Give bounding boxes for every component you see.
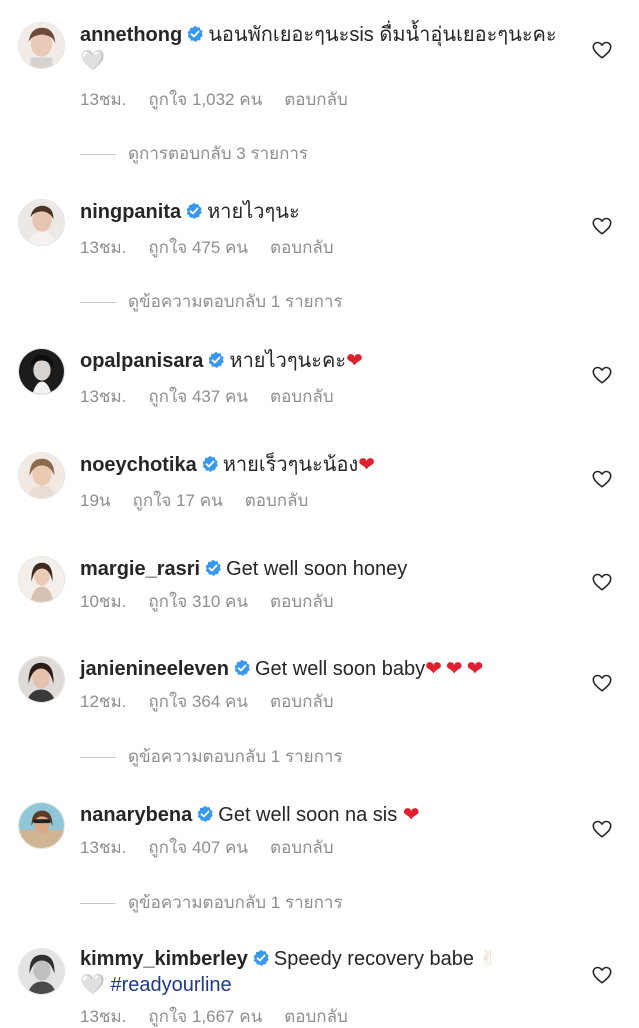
comment-text: Get well soon honey [226, 558, 408, 580]
username[interactable]: opalpanisara [80, 350, 203, 372]
view-replies-label: ดูข้อความตอบกลับ 1 รายการ [128, 292, 343, 311]
reply-button[interactable]: ตอบกลับ [270, 692, 334, 711]
comment-text: หายไวๆนะคะ [229, 350, 347, 372]
heart-outline-icon[interactable] [591, 818, 613, 840]
verified-badge-icon [196, 805, 214, 823]
avatar[interactable] [18, 802, 65, 849]
view-replies-label: ดูข้อความตอบกลับ 1 รายการ [128, 893, 343, 912]
reply-button[interactable]: ตอบกลับ [270, 838, 334, 857]
view-replies-link[interactable]: ดูข้อความตอบกลับ 1 รายการ [80, 746, 343, 768]
avatar[interactable] [18, 22, 65, 69]
comment-time: 12ชม. [80, 692, 127, 711]
reply-button[interactable]: ตอบกลับ [284, 1007, 348, 1026]
comment-text: นอนพักเยอะๆนะsis ดื่มน้ำอุ่นเยอะๆนะคะ [208, 24, 557, 46]
avatar[interactable] [18, 199, 65, 246]
comment-time: 13ชม. [80, 238, 127, 257]
username[interactable]: ningpanita [80, 201, 181, 223]
view-replies-link[interactable]: ดูข้อความตอบกลับ 1 รายการ [80, 892, 343, 914]
replies-divider [80, 302, 116, 304]
verified-badge-icon [204, 559, 222, 577]
heart-outline-icon[interactable] [591, 215, 613, 237]
like-count[interactable]: ถูกใจ 437 คน [148, 387, 248, 406]
white-heart-emoji: 🤍 [80, 974, 105, 996]
username[interactable]: nanarybena [80, 804, 192, 826]
verified-badge-icon [185, 202, 203, 220]
avatar[interactable] [18, 452, 65, 499]
comment-text: Speedy recovery babe [273, 948, 475, 970]
like-count[interactable]: ถูกใจ 310 คน [148, 592, 248, 611]
reply-button[interactable]: ตอบกลับ [245, 491, 309, 510]
avatar[interactable] [18, 948, 65, 995]
avatar[interactable] [18, 556, 65, 603]
comment-text: หายเร็วๆนะน้อง [222, 454, 359, 476]
like-count[interactable]: ถูกใจ 475 คน [148, 238, 248, 257]
like-count[interactable]: ถูกใจ 1,032 คน [148, 90, 262, 109]
verified-badge-icon [207, 351, 225, 369]
heart-outline-icon[interactable] [591, 964, 613, 986]
like-count[interactable]: ถูกใจ 17 คน [133, 491, 223, 510]
comment-time: 10ชม. [80, 592, 127, 611]
reply-button[interactable]: ตอบกลับ [270, 592, 334, 611]
red-heart-emoji: ❤ [402, 804, 420, 826]
verified-badge-icon [186, 25, 204, 43]
comment-time: 13ชม. [80, 838, 127, 857]
avatar[interactable] [18, 348, 65, 395]
comment-text: หายไวๆนะ [207, 201, 300, 223]
victory-hand-emoji: ✌ [479, 948, 497, 970]
comment-text: Get well soon na sis [218, 804, 398, 826]
like-count[interactable]: ถูกใจ 364 คน [148, 692, 248, 711]
replies-divider [80, 757, 116, 759]
username[interactable]: noeychotika [80, 454, 197, 476]
view-replies-link[interactable]: ดูการตอบกลับ 3 รายการ [80, 143, 308, 165]
heart-outline-icon[interactable] [591, 468, 613, 490]
comment-time: 13ชม. [80, 387, 127, 406]
heart-outline-icon[interactable] [591, 672, 613, 694]
verified-badge-icon [201, 455, 219, 473]
username[interactable]: janienineeleven [80, 658, 229, 680]
avatar[interactable] [18, 656, 65, 703]
view-replies-label: ดูข้อความตอบกลับ 1 รายการ [128, 747, 343, 766]
red-heart-emoji: ❤ [358, 454, 376, 476]
like-count[interactable]: ถูกใจ 1,667 คน [148, 1007, 262, 1026]
username[interactable]: annethong [80, 24, 182, 46]
red-heart-emoji: ❤❤❤ [425, 658, 488, 680]
view-replies-link[interactable]: ดูข้อความตอบกลับ 1 รายการ [80, 291, 343, 313]
verified-badge-icon [233, 659, 251, 677]
replies-divider [80, 903, 116, 905]
view-replies-label: ดูการตอบกลับ 3 รายการ [128, 144, 309, 163]
username[interactable]: margie_rasri [80, 558, 200, 580]
like-count[interactable]: ถูกใจ 407 คน [148, 838, 248, 857]
heart-outline-icon[interactable] [591, 571, 613, 593]
heart-outline-icon[interactable] [591, 39, 613, 61]
replies-divider [80, 154, 116, 156]
verified-badge-icon [252, 949, 270, 967]
hashtag-link[interactable]: #readyourline [110, 974, 231, 996]
comment-time: 13ชม. [80, 1007, 127, 1026]
reply-button[interactable]: ตอบกลับ [270, 238, 334, 257]
reply-button[interactable]: ตอบกลับ [284, 90, 348, 109]
comment-time: 13ชม. [80, 90, 127, 109]
red-heart-emoji: ❤ [346, 350, 363, 372]
username[interactable]: kimmy_kimberley [80, 948, 248, 970]
white-heart-emoji: 🤍 [80, 50, 105, 72]
heart-outline-icon[interactable] [591, 364, 613, 386]
comment-text: Get well soon baby [254, 658, 426, 680]
reply-button[interactable]: ตอบกลับ [270, 387, 334, 406]
comment-time: 19น [80, 491, 111, 510]
